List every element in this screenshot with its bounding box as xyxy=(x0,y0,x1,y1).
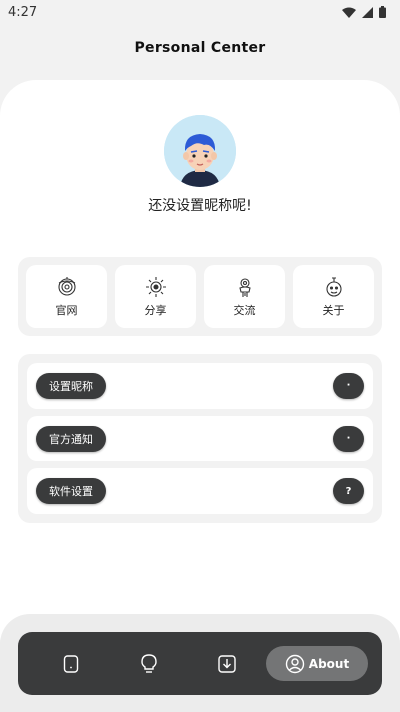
status-bar: 4:27 xyxy=(0,0,400,24)
list-item-official-notice[interactable]: 官方通知 · xyxy=(27,415,373,462)
website-icon xyxy=(57,276,76,296)
bulb-icon xyxy=(141,653,157,673)
user-circle-icon xyxy=(285,654,304,673)
nav-tab-phone[interactable] xyxy=(32,646,110,681)
app-settings-button[interactable]: 软件设置 xyxy=(36,478,106,505)
official-notice-action-button[interactable]: · xyxy=(333,425,364,452)
quick-action-label: 官网 xyxy=(55,303,78,317)
quick-action-community[interactable]: 交流 xyxy=(204,265,285,328)
quick-action-label: 关于 xyxy=(322,303,345,317)
nickname-text[interactable]: 还没设置昵称呢! xyxy=(0,195,400,215)
page-title: Personal Center xyxy=(134,40,266,56)
nav-tab-about-label: About xyxy=(308,656,350,671)
status-time: 4:27 xyxy=(8,4,38,20)
help-button[interactable]: ? xyxy=(333,478,364,505)
nav-tab-ideas[interactable] xyxy=(110,646,188,681)
nav-tab-download[interactable] xyxy=(188,646,266,681)
avatar-boy-icon xyxy=(164,115,236,187)
download-icon xyxy=(218,654,236,673)
set-nickname-button[interactable]: 设置昵称 xyxy=(36,372,106,399)
list-item-set-nickname[interactable]: 设置昵称 · xyxy=(27,363,373,409)
battery-icon xyxy=(379,6,386,18)
wifi-icon xyxy=(342,7,356,18)
bottom-nav: About xyxy=(18,632,382,695)
share-icon xyxy=(145,276,166,297)
phone-icon xyxy=(63,654,79,673)
quick-action-website[interactable]: 官网 xyxy=(26,265,107,328)
community-icon xyxy=(238,277,251,297)
quick-action-about[interactable]: 关于 xyxy=(293,265,374,328)
nav-tab-about[interactable]: About xyxy=(266,646,368,681)
quick-action-share[interactable]: 分享 xyxy=(115,265,196,328)
list-item-app-settings[interactable]: 软件设置 ? xyxy=(27,468,373,515)
quick-action-label: 分享 xyxy=(144,303,167,317)
settings-list: 设置昵称 · 官方通知 · 软件设置 ? xyxy=(18,354,382,523)
signal-icon xyxy=(362,6,373,18)
avatar[interactable] xyxy=(164,115,236,187)
status-icons xyxy=(342,6,386,18)
quick-action-label: 交流 xyxy=(233,303,256,317)
about-icon xyxy=(325,276,342,297)
set-nickname-action-button[interactable]: · xyxy=(333,372,364,399)
quick-actions-panel: 官网 分享 交流 关于 xyxy=(18,257,382,336)
official-notice-button[interactable]: 官方通知 xyxy=(36,425,106,452)
